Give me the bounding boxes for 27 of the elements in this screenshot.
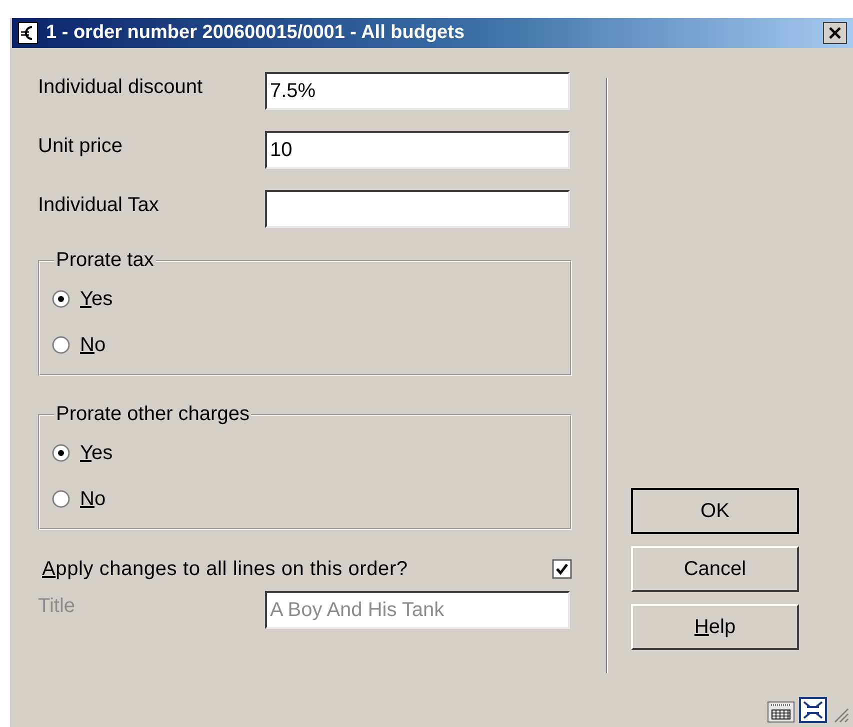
group-title: Prorate other charges <box>55 403 250 426</box>
dialog-button[interactable]: Help <box>631 604 799 650</box>
radio-label[interactable]: No <box>80 488 106 510</box>
field-label: Unit price <box>38 134 124 158</box>
radio-button[interactable] <box>52 490 70 508</box>
close-icon[interactable] <box>823 22 847 44</box>
group-title: Prorate tax <box>55 249 155 272</box>
keyboard-icon[interactable] <box>767 699 795 723</box>
radio-label[interactable]: No <box>80 334 106 356</box>
checkbox[interactable] <box>552 559 572 579</box>
field-label: Individual discount <box>38 75 204 99</box>
maximize-icon[interactable] <box>799 697 827 723</box>
input-field[interactable]: 7.5% <box>265 72 570 110</box>
input-field[interactable] <box>265 190 570 228</box>
input-field[interactable]: 10 <box>265 131 570 169</box>
euro-icon <box>18 22 38 44</box>
radio-button[interactable] <box>52 290 70 308</box>
field-label: Individual Tax <box>38 193 160 217</box>
radio-label[interactable]: Yes <box>80 442 113 464</box>
dialog-button[interactable]: Cancel <box>631 546 799 592</box>
radio-button[interactable] <box>52 336 70 354</box>
radio-label[interactable]: Yes <box>80 288 113 310</box>
checkbox-label[interactable]: Apply changes to all lines on this order? <box>38 558 408 580</box>
radio-button[interactable] <box>52 444 70 462</box>
window-title: 1 - order number 200600015/0001 - All budgets <box>46 22 466 44</box>
dialog-button[interactable]: OK <box>631 488 799 534</box>
field-label: Title <box>38 594 76 618</box>
